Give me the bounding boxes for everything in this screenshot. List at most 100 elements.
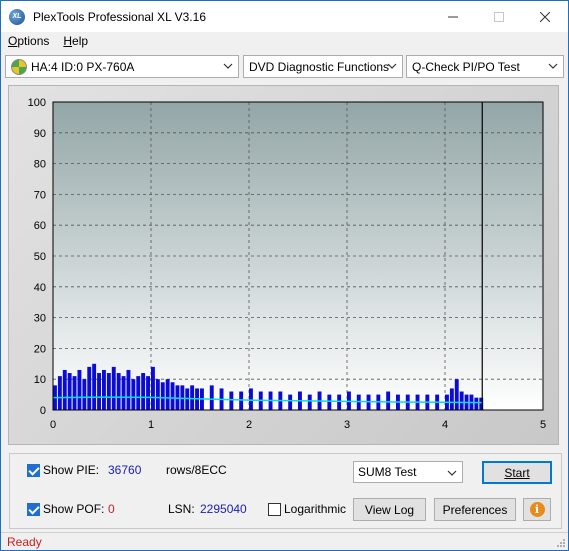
lsn-label: LSN: (168, 502, 195, 516)
close-icon (540, 11, 550, 22)
menu-help-accel: H (63, 34, 73, 48)
y-tick-label: 30 (34, 313, 46, 325)
pie-bar (87, 366, 92, 410)
title-bar[interactable]: XL PlexTools Professional XL V3.16 (1, 1, 568, 32)
pie-bar (151, 366, 155, 410)
pie-bar (209, 385, 214, 410)
y-tick-label: 20 (34, 343, 46, 355)
x-tick-label: 4 (442, 419, 448, 431)
pie-bar (288, 394, 293, 410)
maximize-button (476, 1, 522, 32)
pie-unit: rows/8ECC (166, 463, 227, 477)
logarithmic-checkbox[interactable] (268, 503, 281, 516)
show-pie-label: Show PIE: (43, 463, 100, 477)
pie-bar (160, 382, 165, 410)
pie-bar (136, 376, 141, 410)
pie-bar (459, 391, 464, 410)
y-tick-label: 90 (34, 128, 46, 140)
drive-icon (11, 58, 27, 75)
preferences-button[interactable]: Preferences (434, 498, 516, 521)
x-tick-label: 5 (540, 419, 546, 431)
pie-count: 36760 (108, 463, 142, 477)
lsn-value: 2295040 (200, 502, 247, 516)
show-pof-label: Show POF: (43, 502, 105, 516)
pie-bar (356, 394, 361, 410)
pie-bar (97, 373, 101, 410)
menu-help-label: elp (72, 34, 89, 48)
controls-panel: Show PIE: 36760 rows/8ECC SUM8 Test Star… (9, 453, 562, 529)
y-tick-label: 50 (34, 251, 46, 263)
y-tick-label: 40 (34, 282, 46, 294)
pie-bar (62, 369, 67, 410)
info-button[interactable]: i (523, 498, 551, 521)
pie-bar (67, 373, 72, 410)
pie-bar (126, 369, 131, 410)
info-icon: i (529, 502, 545, 517)
y-tick-label: 10 (34, 374, 46, 386)
sum-test-select-value: SUM8 Test (358, 465, 417, 479)
pie-bar (386, 391, 391, 410)
pie-bar (141, 373, 146, 410)
pie-bar (449, 388, 454, 410)
pie-bar (170, 382, 175, 410)
pie-bar (239, 391, 244, 410)
minimize-button[interactable] (430, 1, 476, 32)
test-select-value: Q-Check PI/PO Test (412, 59, 520, 74)
drive-select-value: HA:4 ID:0 PX-760A (31, 59, 135, 74)
view-log-label: View Log (364, 502, 415, 517)
app-window: XL PlexTools Professional XL V3.16 Optio… (0, 0, 569, 551)
minimize-icon (448, 16, 458, 17)
function-select[interactable]: DVD Diagnostic Functions (243, 55, 403, 78)
logarithmic-label: Logarithmic (284, 502, 347, 516)
pie-bar (155, 379, 160, 410)
pie-bar (121, 376, 126, 410)
sum-test-select[interactable]: SUM8 Test (353, 461, 463, 483)
pie-bar (337, 394, 342, 410)
menu-options-label: ptions (17, 34, 50, 48)
pie-bar (72, 376, 77, 410)
resize-grip-icon[interactable] (556, 538, 566, 548)
pie-bar (327, 394, 332, 410)
pie-bar (146, 376, 150, 410)
pie-bar (474, 397, 479, 410)
pie-bar (131, 379, 136, 410)
pie-bar (102, 369, 106, 410)
pie-bar (307, 394, 312, 410)
pof-count: 0 (108, 502, 115, 516)
pi-po-chart: 0 10 20 30 40 50 60 70 80 90 100 0 1 2 3 4 5 (28, 97, 546, 431)
preferences-label: Preferences (442, 502, 508, 517)
y-tick-label: 70 (34, 189, 46, 201)
x-tick-label: 1 (148, 419, 154, 431)
y-tick-label: 80 (34, 159, 46, 171)
toolbar: HA:4 ID:0 PX-760A DVD Diagnostic Functio… (1, 53, 568, 79)
test-select[interactable]: Q-Check PI/PO Test (406, 55, 564, 78)
show-pie-checkbox[interactable] (27, 464, 40, 477)
pie-bar (190, 385, 195, 410)
menu-help[interactable]: Help (56, 32, 95, 52)
pie-bar (82, 379, 87, 410)
pie-bar (165, 379, 170, 410)
menu-bar: Options Help (1, 32, 568, 52)
status-bar: Ready (1, 532, 568, 550)
pie-bar (57, 376, 62, 410)
pie-bar (92, 363, 97, 410)
pie-bar (229, 391, 234, 410)
pie-bar (77, 369, 82, 410)
y-tick-label: 100 (28, 97, 46, 109)
pie-bar (454, 379, 459, 410)
pie-bar (106, 373, 111, 410)
start-button[interactable]: Start (482, 461, 552, 484)
pie-bar (116, 373, 121, 410)
drive-select[interactable]: HA:4 ID:0 PX-760A (5, 55, 239, 78)
show-pof-checkbox[interactable] (27, 503, 40, 516)
y-tick-label: 0 (40, 405, 46, 417)
x-tick-label: 2 (246, 419, 252, 431)
x-tick-label: 0 (50, 419, 56, 431)
chevron-down-icon (447, 470, 457, 476)
view-log-button[interactable]: View Log (353, 498, 426, 521)
pie-bar (249, 388, 253, 410)
menu-options[interactable]: Options (1, 32, 56, 52)
pie-bar (111, 366, 116, 410)
close-button[interactable] (522, 1, 568, 32)
y-tick-label: 60 (34, 220, 46, 232)
